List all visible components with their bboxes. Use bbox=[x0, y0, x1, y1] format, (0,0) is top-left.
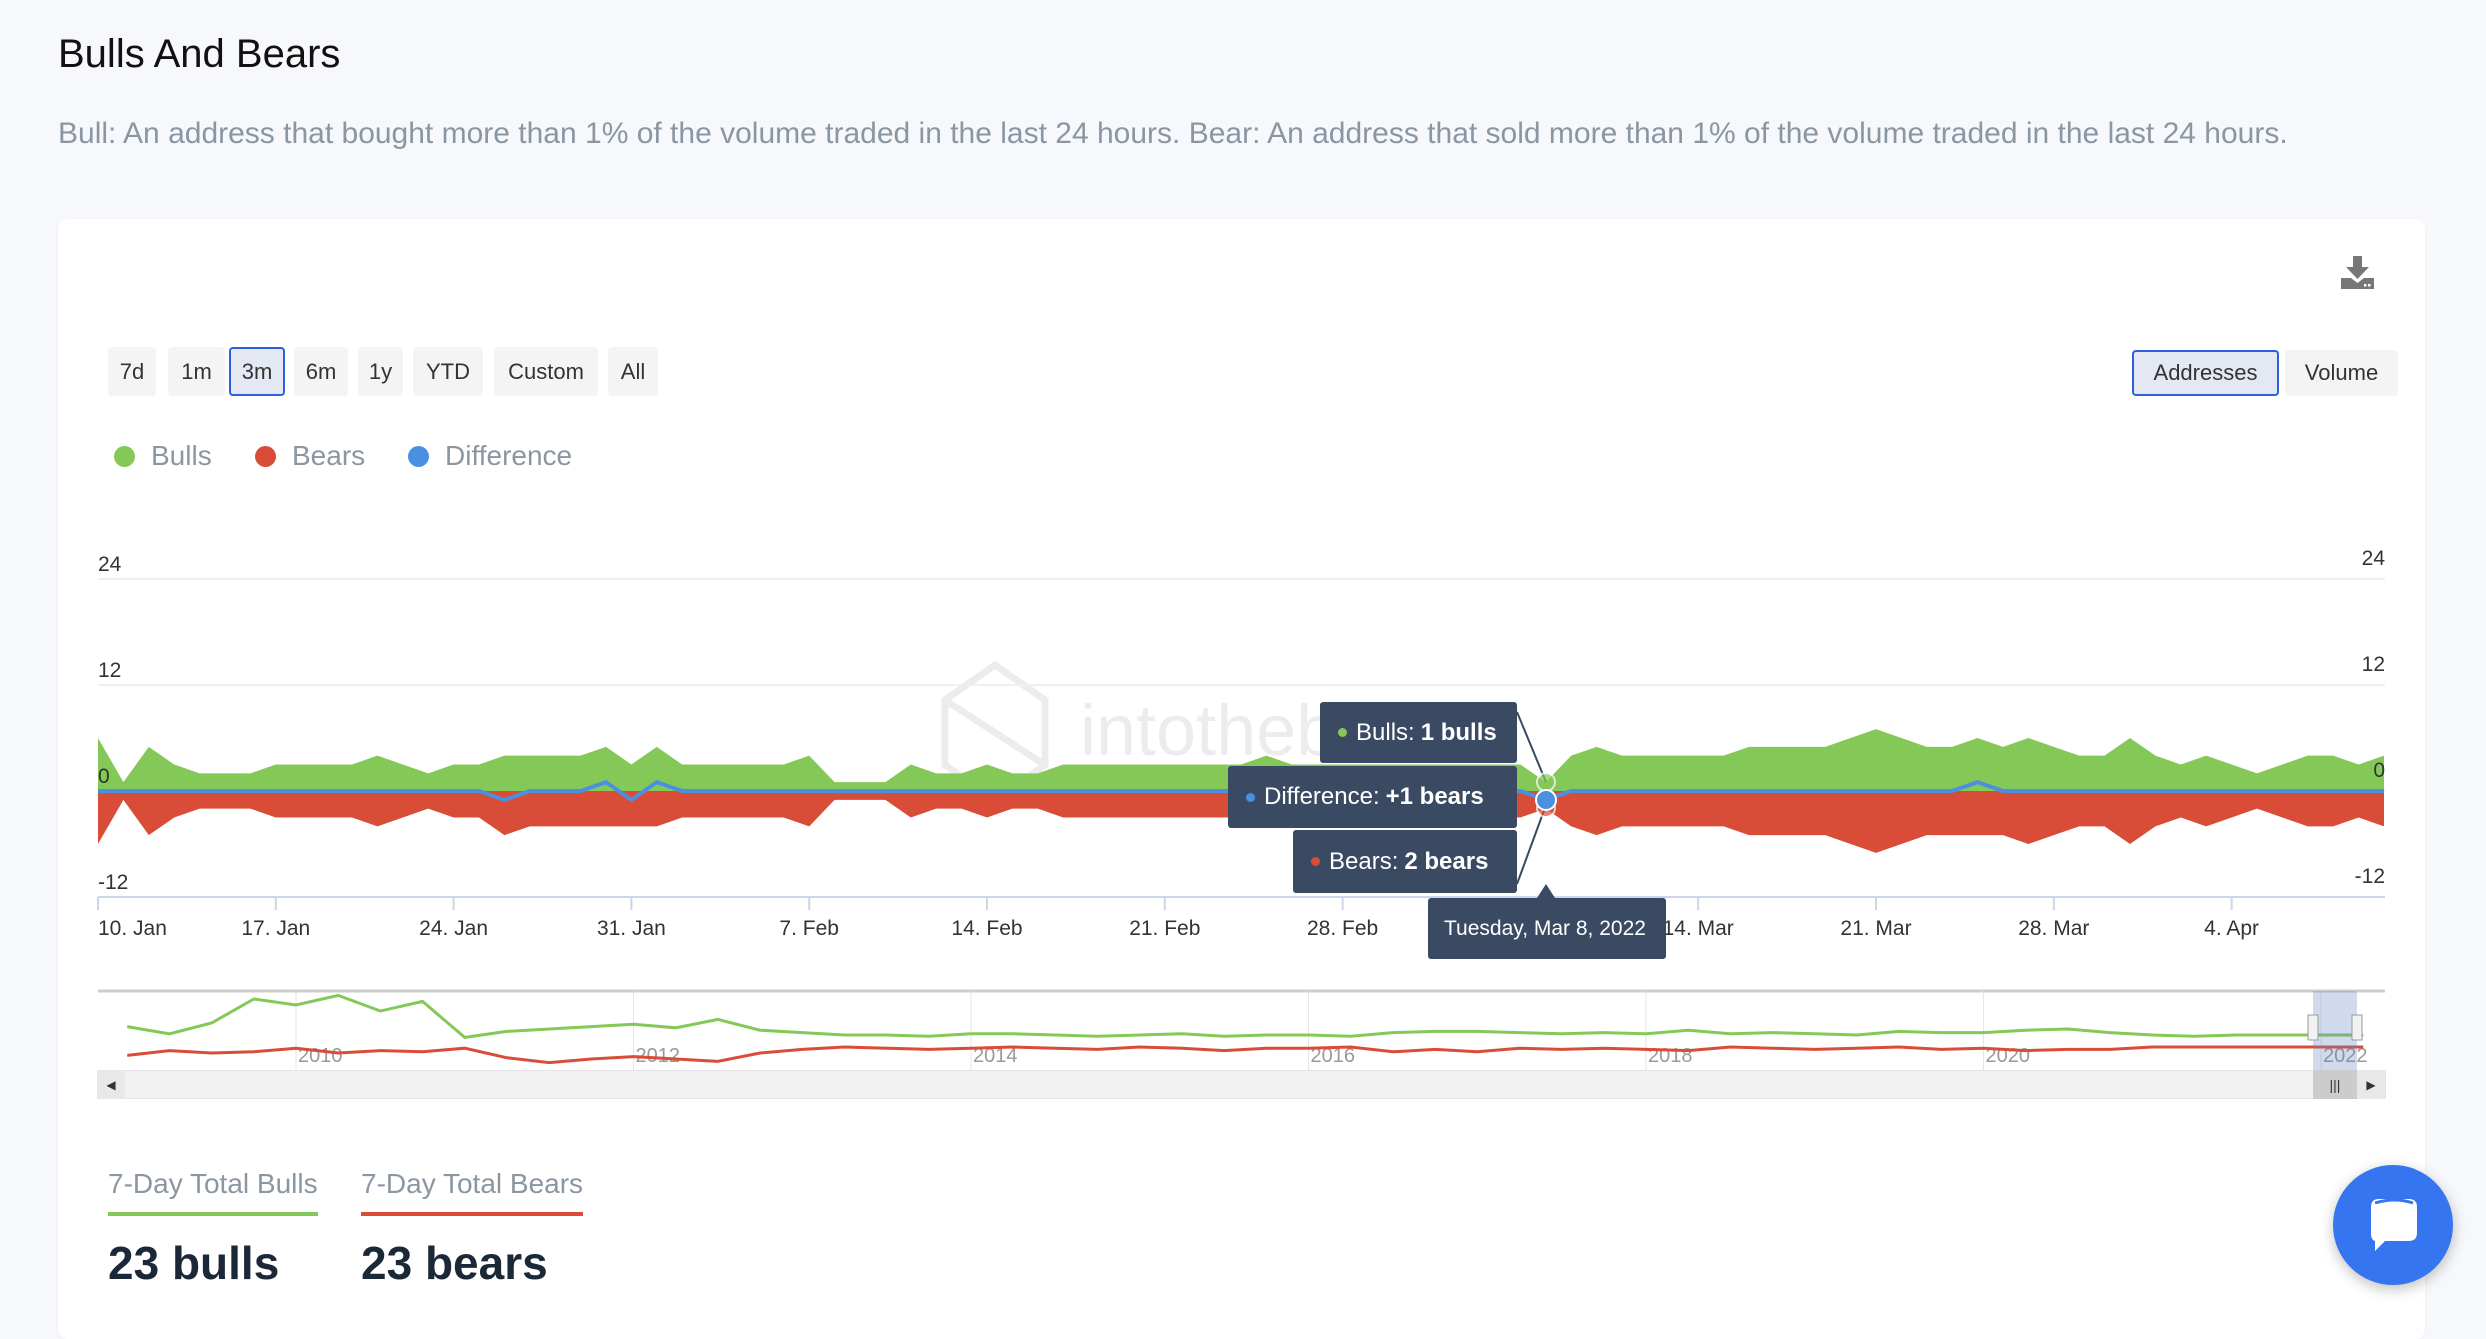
y-tick-label-right: -12 bbox=[2355, 865, 2385, 888]
y-tick-label-right: 12 bbox=[2362, 653, 2385, 676]
bulls-bears-chart[interactable]: intotheblock 24 2412 120 0-12 -1210. Jan 17. … bbox=[0, 0, 2486, 1318]
x-tick-label: 4. Apr bbox=[2204, 917, 2259, 940]
scroll-left-button[interactable]: ◀ bbox=[97, 1070, 125, 1099]
y-tick-label-left: 12 bbox=[98, 659, 121, 682]
x-tick-label: 28. Feb bbox=[1307, 917, 1378, 940]
chat-button[interactable] bbox=[2333, 1165, 2453, 1285]
stat-bears-value: 23 bears bbox=[361, 1237, 548, 1289]
y-tick-label-left: -12 bbox=[98, 871, 128, 894]
x-tick-label: 17. Jan bbox=[241, 917, 310, 940]
navigator-handle bbox=[2351, 1014, 2363, 1041]
scroll-thumb[interactable]: ||| bbox=[2313, 1070, 2357, 1099]
stat-bulls-label: 7-Day Total Bulls bbox=[108, 1168, 318, 1216]
tooltip-bulls: Bulls: 1 bulls bbox=[1320, 702, 1517, 763]
x-tick-label: 21. Mar bbox=[1840, 917, 1911, 940]
stat-bulls-value: 23 bulls bbox=[108, 1237, 280, 1289]
scroll-right-button[interactable]: ▶ bbox=[2357, 1070, 2385, 1099]
chat-bubble-icon bbox=[2371, 1198, 2417, 1251]
y-tick-label-right: 0 bbox=[2373, 759, 2385, 782]
navigator-selection bbox=[2313, 991, 2357, 1070]
x-tick-label: 21. Feb bbox=[1129, 917, 1200, 940]
x-tick-label: 14. Mar bbox=[1663, 917, 1734, 940]
x-tick-label: 24. Jan bbox=[419, 917, 488, 940]
stat-bears-label: 7-Day Total Bears bbox=[361, 1168, 584, 1216]
x-tick-label: 14. Feb bbox=[951, 917, 1022, 940]
navigator-scrollbar[interactable] bbox=[97, 1070, 2386, 1099]
x-tick-label: 28. Mar bbox=[2018, 917, 2089, 940]
tooltip-difference: Difference: +1 bears bbox=[1228, 766, 1517, 828]
x-tick-label: 7. Feb bbox=[779, 917, 839, 940]
y-tick-label-left: 24 bbox=[98, 553, 122, 576]
tooltip-date: Tuesday, Mar 8, 2022 bbox=[1428, 898, 1666, 959]
tooltip-bears: Bears: 2 bears bbox=[1293, 830, 1517, 893]
y-tick-label-right: 24 bbox=[2362, 547, 2386, 570]
navigator-handle bbox=[2307, 1014, 2319, 1041]
x-tick-label: 10. Jan bbox=[98, 917, 167, 940]
x-tick-label: 31. Jan bbox=[597, 917, 666, 940]
navigator-bulls-line bbox=[126, 993, 2364, 1039]
y-tick-label-left: 0 bbox=[98, 765, 110, 788]
